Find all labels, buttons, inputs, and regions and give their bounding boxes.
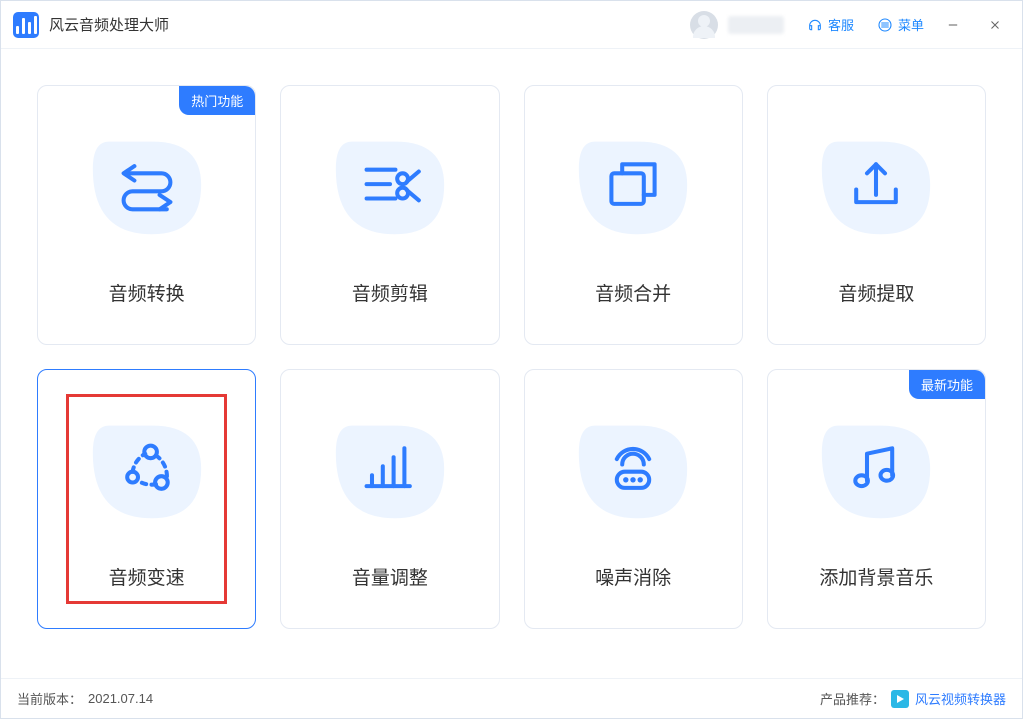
card-audio-cut[interactable]: 音频剪辑 [280, 85, 499, 345]
card-audio-convert[interactable]: 热门功能 音频转换 [37, 85, 256, 345]
minimize-button[interactable] [940, 12, 966, 38]
card-label: 音频转换 [109, 279, 185, 306]
customer-service-link[interactable]: 客服 [806, 15, 854, 34]
denoise-icon [597, 437, 669, 501]
close-button[interactable] [982, 12, 1008, 38]
badge-new: 最新功能 [909, 370, 985, 399]
recommend-product-name: 风云视频转换器 [915, 689, 1006, 708]
recommend-product-link[interactable]: 风云视频转换器 [891, 689, 1006, 708]
card-label: 音量调整 [352, 563, 428, 590]
recommend-label: 产品推荐： [820, 689, 885, 708]
feature-grid: 热门功能 音频转换 [1, 49, 1022, 678]
card-denoise[interactable]: 噪声消除 [524, 369, 743, 629]
merge-icon [597, 153, 669, 217]
menu-icon [876, 16, 894, 34]
badge-hot: 热门功能 [179, 86, 255, 115]
volume-icon [354, 437, 426, 501]
titlebar: 风云音频处理大师 客服 菜单 [1, 1, 1022, 49]
version-label: 当前版本： [17, 689, 82, 708]
cut-icon [354, 153, 426, 217]
recommend-product-icon [891, 690, 909, 708]
card-label: 音频变速 [109, 563, 185, 590]
version-value: 2021.07.14 [88, 691, 153, 706]
extract-icon [840, 153, 912, 217]
headset-icon [806, 16, 824, 34]
speed-icon [111, 437, 183, 501]
menu-link[interactable]: 菜单 [876, 15, 924, 34]
card-audio-extract[interactable]: 音频提取 [767, 85, 986, 345]
app-title: 风云音频处理大师 [49, 14, 169, 35]
bgmusic-icon [840, 437, 912, 501]
card-label: 噪声消除 [595, 563, 671, 590]
card-audio-merge[interactable]: 音频合并 [524, 85, 743, 345]
user-name-blurred [728, 16, 784, 34]
card-label: 音频提取 [838, 279, 914, 306]
convert-icon [111, 153, 183, 217]
card-bg-music[interactable]: 最新功能 添加背景音乐 [767, 369, 986, 629]
app-logo [13, 12, 39, 38]
app-window: 风云音频处理大师 客服 菜单 热门功能 [0, 0, 1023, 719]
customer-service-label: 客服 [828, 15, 854, 34]
card-audio-speed[interactable]: 音频变速 [37, 369, 256, 629]
card-volume-adjust[interactable]: 音量调整 [280, 369, 499, 629]
user-avatar-icon[interactable] [690, 11, 718, 39]
footer: 当前版本： 2021.07.14 产品推荐： 风云视频转换器 [1, 678, 1022, 718]
card-label: 音频合并 [595, 279, 671, 306]
card-label: 音频剪辑 [352, 279, 428, 306]
menu-label: 菜单 [898, 15, 924, 34]
card-label: 添加背景音乐 [819, 563, 933, 590]
